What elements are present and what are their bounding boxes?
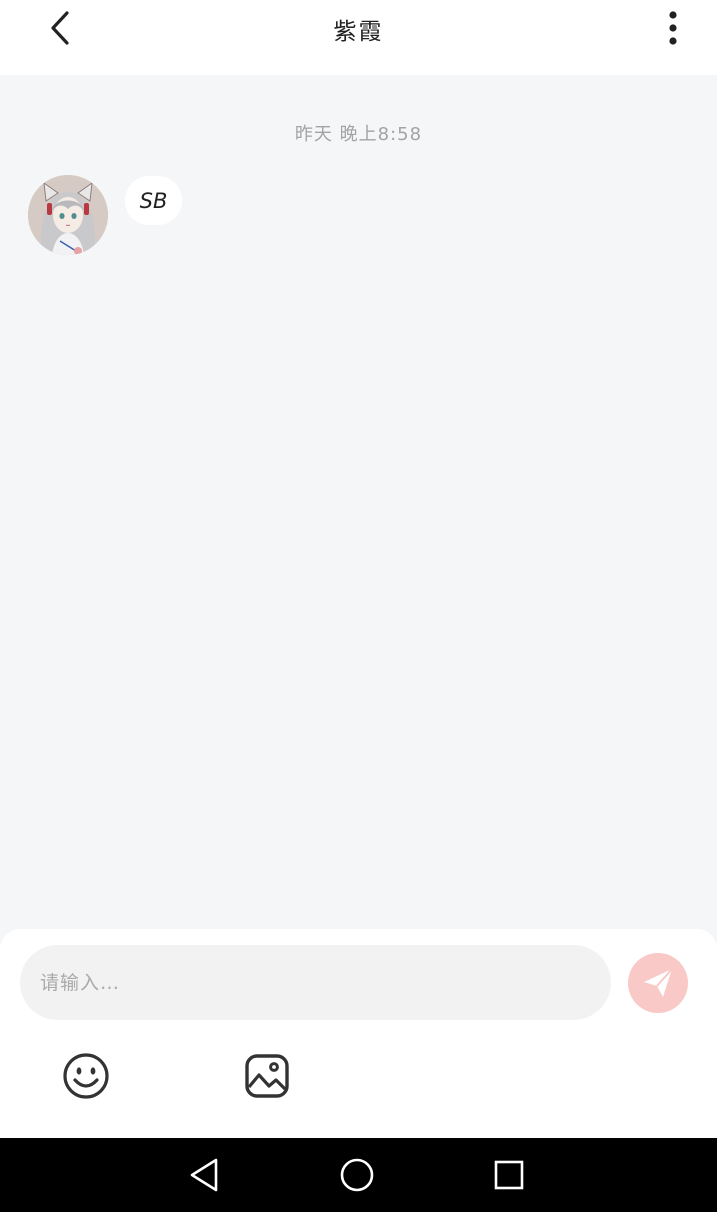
system-navigation-bar	[0, 1138, 717, 1212]
system-back-button[interactable]	[182, 1155, 226, 1195]
page-title: 紫霞	[333, 19, 384, 45]
chat-screen: 紫霞 昨天 晚上8:58 SB 请输入…	[0, 0, 717, 1212]
message-list[interactable]: 昨天 晚上8:58 SB	[0, 75, 717, 930]
paper-plane-icon	[644, 968, 673, 997]
more-vertical-icon	[669, 11, 677, 45]
message-bubble[interactable]: SB	[125, 176, 182, 225]
message-timestamp: 昨天 晚上8:58	[294, 124, 423, 145]
system-home-button[interactable]	[335, 1155, 379, 1195]
image-icon	[245, 1054, 289, 1098]
message-input[interactable]	[20, 945, 611, 1020]
image-button[interactable]	[241, 1050, 293, 1102]
top-bar: 紫霞	[0, 0, 717, 75]
anime-girl-avatar	[28, 175, 108, 255]
emoji-button[interactable]	[60, 1050, 112, 1102]
triangle-back-icon	[190, 1158, 218, 1192]
system-recents-button[interactable]	[487, 1155, 531, 1195]
message-text: SB	[139, 188, 168, 213]
more-options-button[interactable]	[652, 6, 694, 50]
avatar[interactable]	[28, 175, 108, 255]
smiley-face-icon	[63, 1053, 109, 1099]
square-recent-icon	[494, 1160, 524, 1190]
composer-panel	[0, 929, 717, 1138]
circle-home-icon	[340, 1158, 374, 1192]
send-button[interactable]	[628, 953, 688, 1013]
